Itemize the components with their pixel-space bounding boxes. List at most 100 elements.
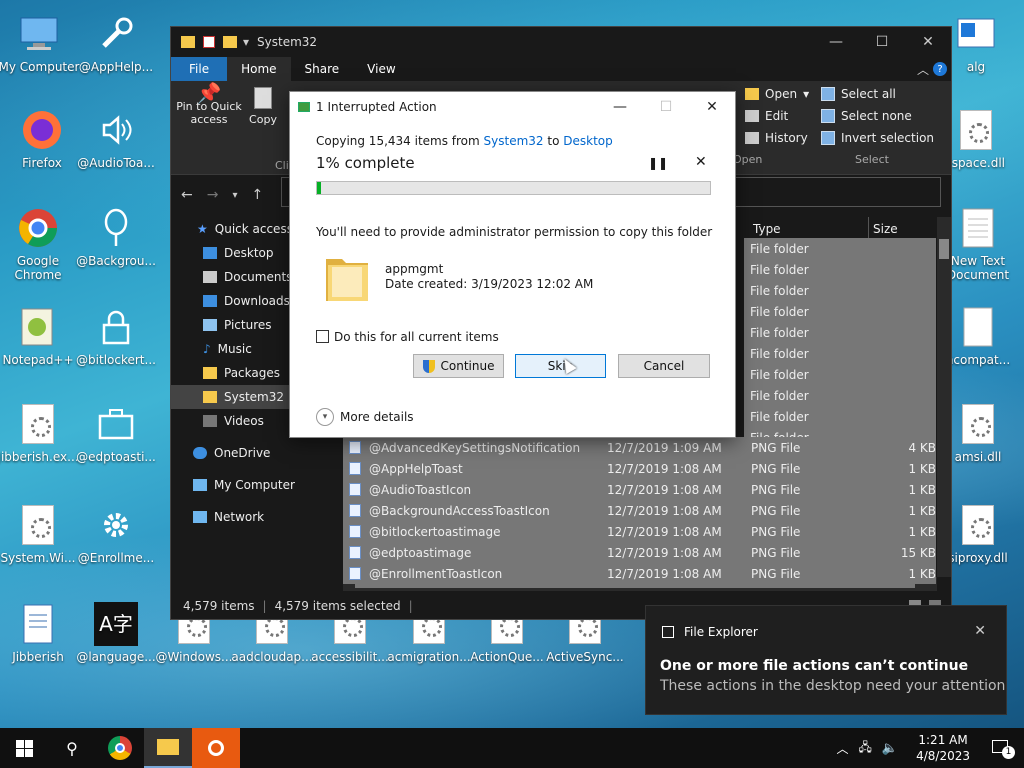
desktop-icon-my-computer[interactable]: My Computer (0, 12, 81, 74)
sidebar-item-my-computer[interactable]: My Computer (171, 473, 331, 497)
folder-row[interactable]: File folder (744, 322, 936, 343)
select-all-button[interactable]: Select all (821, 87, 896, 101)
file-name: @edptoastimage (369, 545, 472, 560)
taskbar-chrome[interactable] (96, 728, 144, 768)
desktop-icon-jibberish[interactable]: Jibberish (0, 602, 80, 664)
table-row[interactable]: @EnrollmentToastIcon 12/7/2019 1:08 AM PNG… (343, 563, 936, 584)
tab-view[interactable]: View (353, 57, 409, 81)
folder-row[interactable]: File folder (744, 301, 936, 322)
desktop-icon-enrollment[interactable]: @Enrollme... (74, 503, 158, 565)
maximize-button[interactable]: ☐ (859, 27, 905, 57)
desktop-icon-tspace[interactable]: tspace.dll (944, 108, 1008, 170)
folder-row[interactable]: File folder (744, 259, 936, 280)
skip-button[interactable]: Skip (515, 354, 606, 378)
dialog-titlebar[interactable]: 1 Interrupted Action — ☐ ✕ (290, 92, 735, 122)
desktop-icon-chrome[interactable]: Google Chrome (0, 206, 80, 282)
sidebar-item-onedrive[interactable]: OneDrive (171, 441, 331, 465)
taskbar-file-explorer[interactable] (144, 728, 192, 768)
cancel-copy-icon[interactable]: ✕ (695, 154, 707, 170)
history-button[interactable]: History (745, 131, 808, 145)
file-type: PNG File (751, 503, 801, 518)
chevron-up-icon[interactable]: ︿ (837, 740, 849, 757)
tab-home[interactable]: Home (227, 57, 291, 81)
desktop-icon-edptoast[interactable]: @edptoasti... (74, 402, 158, 464)
desktop-icon-language[interactable]: A字 @language... (74, 602, 158, 664)
desktop-icon-siproxy[interactable]: siproxy.dll (944, 503, 1012, 565)
desktop-icon-system-wi[interactable]: System.Wi... (0, 503, 80, 565)
desktop-icon-new-text[interactable]: New Text Document (944, 206, 1012, 282)
action-center-button[interactable]: 1 (988, 738, 1018, 759)
minimize-button[interactable]: — (813, 27, 859, 57)
desktop-icon-apphelp[interactable]: @AppHelp... (74, 12, 158, 74)
select-group-label: Select (855, 153, 889, 166)
explorer-titlebar[interactable]: ▾ System32 — ☐ ✕ (171, 27, 951, 57)
select-none-button[interactable]: Select none (821, 109, 912, 123)
vertical-scrollbar[interactable] (937, 217, 951, 577)
tab-file[interactable]: File (171, 57, 228, 81)
invert-selection-button[interactable]: Invert selection (821, 131, 934, 145)
computer-icon (17, 12, 61, 56)
back-arrow-icon[interactable]: ← (181, 187, 193, 203)
destination-link[interactable]: Desktop (563, 134, 613, 148)
copy-button[interactable]: Copy (245, 87, 281, 126)
pin-icon: 📌 (196, 81, 222, 105)
folder-row[interactable]: File folder (744, 238, 936, 259)
pause-icon[interactable]: ❚❚ (648, 156, 668, 170)
taskbar-search-app[interactable] (192, 728, 240, 768)
open-button[interactable]: Open ▾ (745, 87, 809, 101)
folder-row[interactable]: File folder (744, 406, 936, 427)
desktop-icon-amsi[interactable]: amsi.dll (944, 402, 1012, 464)
dialog-minimize-button[interactable]: — (597, 92, 643, 122)
open-group-label: Open (733, 153, 763, 166)
volume-icon[interactable]: 🔈 (882, 741, 898, 756)
interrupted-action-dialog[interactable]: 1 Interrupted Action — ☐ ✕ Copying 15,43… (289, 91, 736, 438)
desktop-icon-jibberish-exe[interactable]: Jibberish.ex... (0, 402, 80, 464)
scrollbar-thumb[interactable] (939, 239, 949, 259)
edit-button[interactable]: Edit (745, 109, 788, 123)
up-arrow-icon[interactable]: ↑ (252, 187, 264, 203)
properties-icon[interactable] (203, 36, 215, 48)
sidebar-item-network[interactable]: Network (171, 505, 331, 529)
new-folder-icon[interactable] (223, 36, 237, 48)
document-icon (16, 602, 60, 646)
dialog-close-button[interactable]: ✕ (689, 92, 735, 122)
file-date: 12/7/2019 1:08 AM (607, 461, 722, 476)
notification-close-icon[interactable]: ✕ (974, 623, 986, 639)
table-row[interactable]: @AppHelpToast 12/7/2019 1:08 AM PNG File 1 … (343, 458, 936, 479)
source-link[interactable]: System32 (484, 134, 544, 148)
folder-row[interactable]: File folder (744, 364, 936, 385)
desktop-icon-bitlocker[interactable]: @bitlockert... (74, 305, 158, 367)
folder-row[interactable]: File folder (744, 343, 936, 364)
network-icon[interactable]: 🖧 (859, 738, 872, 759)
start-button[interactable] (0, 728, 48, 768)
folder-row[interactable]: File folder (744, 280, 936, 301)
file-explorer-notification[interactable]: File Explorer ✕ One or more file actions… (645, 605, 1007, 715)
recent-locations-icon[interactable]: ▾ (232, 190, 237, 201)
table-row[interactable]: @AdvancedKeySettingsNotification 12/7/201… (343, 437, 936, 458)
table-row[interactable]: @edptoastimage 12/7/2019 1:08 AM PNG File 1… (343, 542, 936, 563)
more-details-toggle[interactable]: ▾ More details (316, 408, 414, 426)
cancel-button[interactable]: Cancel (618, 354, 710, 378)
desktop-icon-ncompat[interactable]: ncompat... (944, 305, 1012, 367)
continue-button[interactable]: Continue (413, 354, 504, 378)
desktop-icon-alg[interactable]: alg (944, 12, 1008, 74)
clock[interactable]: 1:21 AM 4/8/2023 (908, 732, 978, 764)
chevron-down-icon: ▾ (316, 408, 334, 426)
close-button[interactable]: ✕ (905, 27, 951, 57)
search-button[interactable]: ⚲ (48, 728, 96, 768)
help-icon[interactable]: ? (933, 62, 947, 76)
tab-share[interactable]: Share (291, 57, 354, 81)
quick-access-dropdown-icon[interactable]: ▾ (243, 35, 249, 49)
table-row[interactable]: @bitlockertoastimage 12/7/2019 1:08 AM PNG… (343, 521, 936, 542)
collapse-ribbon-icon[interactable]: ︿ (917, 57, 929, 81)
apply-all-checkbox[interactable] (316, 330, 329, 343)
folder-row[interactable]: File folder (744, 385, 936, 406)
desktop-icon-firefox[interactable]: Firefox (0, 108, 84, 170)
table-row[interactable]: @AudioToastIcon 12/7/2019 1:08 AM PNG File… (343, 479, 936, 500)
desktop-icon-audiotoast[interactable]: @AudioToa... (74, 108, 158, 170)
forward-arrow-icon[interactable]: → (207, 187, 219, 203)
table-row[interactable]: @BackgroundAccessToastIcon 12/7/2019 1:08… (343, 500, 936, 521)
pin-quick-access-button[interactable]: 📌 Pin to Quick access (175, 81, 243, 126)
desktop-icon-background[interactable]: @Backgrou... (74, 206, 158, 268)
desktop-icon-notepadpp[interactable]: Notepad++ (0, 305, 80, 367)
